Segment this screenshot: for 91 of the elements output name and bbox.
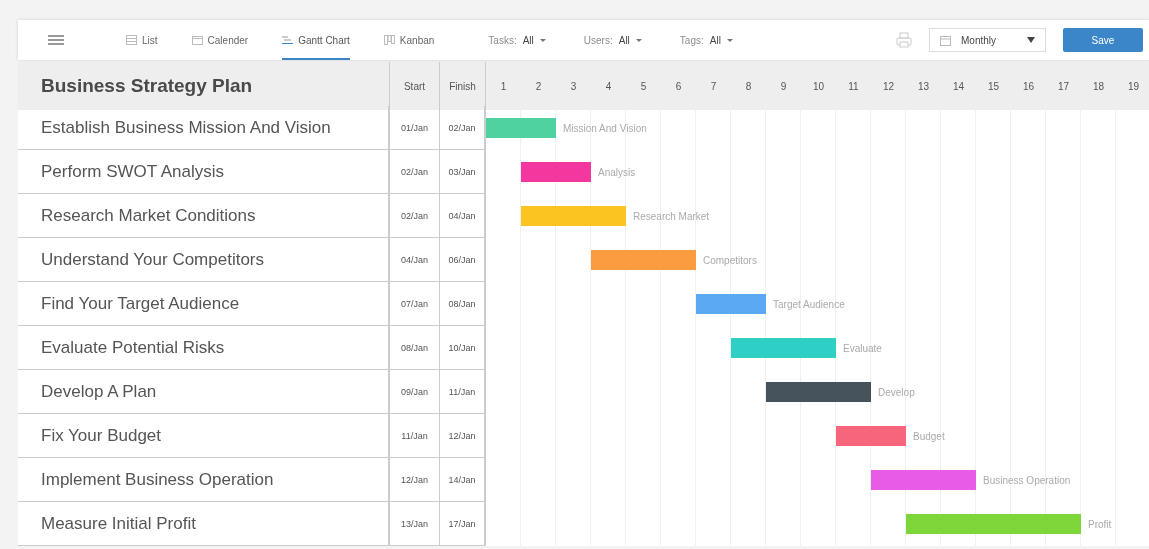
start-date: 12/Jan (390, 458, 440, 502)
task-name: Evaluate Potential Risks (18, 326, 390, 370)
save-button[interactable]: Save (1063, 28, 1143, 52)
day-header: 6 (661, 62, 696, 110)
view-tab[interactable]: Kanban (383, 20, 435, 60)
day-header: 19 (1116, 62, 1149, 110)
task-bar[interactable] (696, 294, 766, 314)
task-name: Understand Your Competitors (18, 238, 390, 282)
view-tab[interactable]: List (126, 20, 158, 60)
finish-date: 14/Jan (440, 458, 486, 502)
start-date: 11/Jan (390, 414, 440, 458)
finish-date: 11/Jan (440, 370, 486, 414)
start-date: 13/Jan (390, 502, 440, 546)
filter-dropdown[interactable]: Tags: All (679, 34, 733, 46)
list-icon (126, 35, 137, 45)
day-header: 3 (556, 62, 591, 110)
columns-icon (383, 35, 395, 45)
start-date: 08/Jan (390, 326, 440, 370)
column-header: Finish (440, 62, 486, 110)
task-bar[interactable] (766, 382, 871, 402)
day-header: 13 (906, 62, 941, 110)
bar-label: Mission And Vision (562, 122, 648, 134)
day-header: 15 (976, 62, 1011, 110)
task-name: Find Your Target Audience (18, 282, 390, 326)
task-name: Develop A Plan (18, 370, 390, 414)
day-header: 1 (486, 62, 521, 110)
day-header: 4 (591, 62, 626, 110)
task-bar[interactable] (836, 426, 906, 446)
day-header: 9 (766, 62, 801, 110)
bar-label: Target Audience (772, 298, 846, 310)
day-header: 14 (941, 62, 976, 110)
caret-icon (539, 38, 546, 42)
task-name: Implement Business Operation (18, 458, 390, 502)
task-bar[interactable] (521, 162, 591, 182)
start-date: 07/Jan (390, 282, 440, 326)
bar-label: Business Operation (982, 474, 1072, 486)
caret-icon (635, 38, 642, 42)
task-name: Fix Your Budget (18, 414, 390, 458)
day-header: 5 (626, 62, 661, 110)
day-header: 17 (1046, 62, 1081, 110)
column-header: Start (390, 62, 440, 110)
filter-dropdown[interactable]: Tasks: All (488, 34, 546, 46)
finish-date: 12/Jan (440, 414, 486, 458)
start-date: 01/Jan (390, 106, 440, 150)
task-name: Establish Business Mission And Vision (18, 106, 390, 150)
start-date: 02/Jan (390, 194, 440, 238)
day-header: 7 (696, 62, 731, 110)
task-bar[interactable] (871, 470, 976, 490)
start-date: 02/Jan (390, 150, 440, 194)
bar-label: Analysis (597, 166, 637, 178)
day-header: 12 (871, 62, 906, 110)
day-header: 2 (521, 62, 556, 110)
caret-icon (726, 38, 733, 42)
day-header: 18 (1081, 62, 1116, 110)
bar-label: Develop (877, 386, 916, 398)
task-bar[interactable] (521, 206, 626, 226)
calendar-icon (191, 35, 203, 45)
printer-icon[interactable] (895, 31, 913, 49)
finish-date: 17/Jan (440, 502, 486, 546)
task-name: Perform SWOT Analysis (18, 150, 390, 194)
menu-icon[interactable] (48, 35, 64, 45)
task-bar[interactable] (486, 118, 556, 138)
day-header: 10 (801, 62, 836, 110)
chart-title: Business Strategy Plan (18, 62, 390, 110)
task-name: Measure Initial Profit (18, 502, 390, 546)
bar-label: Competitors (702, 254, 758, 266)
start-date: 04/Jan (390, 238, 440, 282)
task-name: Research Market Conditions (18, 194, 390, 238)
day-header: 11 (836, 62, 871, 110)
view-tab[interactable]: Calender (191, 20, 249, 60)
view-tab[interactable]: Gantt Chart (282, 20, 350, 60)
day-header: 16 (1011, 62, 1046, 110)
finish-date: 03/Jan (440, 150, 486, 194)
task-bar[interactable] (591, 250, 696, 270)
filter-dropdown[interactable]: Users: All (583, 34, 642, 46)
calendar-icon (940, 34, 951, 46)
finish-date: 04/Jan (440, 194, 486, 238)
bar-label: Research Market (632, 210, 711, 222)
bar-label: Profit (1087, 518, 1113, 530)
finish-date: 10/Jan (440, 326, 486, 370)
finish-date: 06/Jan (440, 238, 486, 282)
day-header: 8 (731, 62, 766, 110)
task-bar[interactable] (906, 514, 1081, 534)
finish-date: 08/Jan (440, 282, 486, 326)
bar-label: Evaluate (842, 342, 883, 354)
bar-label: Budget (912, 430, 946, 442)
start-date: 09/Jan (390, 370, 440, 414)
period-select[interactable]: Monthly (929, 28, 1046, 52)
caret-icon (1027, 37, 1035, 43)
bars-icon (282, 35, 294, 45)
task-bar[interactable] (731, 338, 836, 358)
